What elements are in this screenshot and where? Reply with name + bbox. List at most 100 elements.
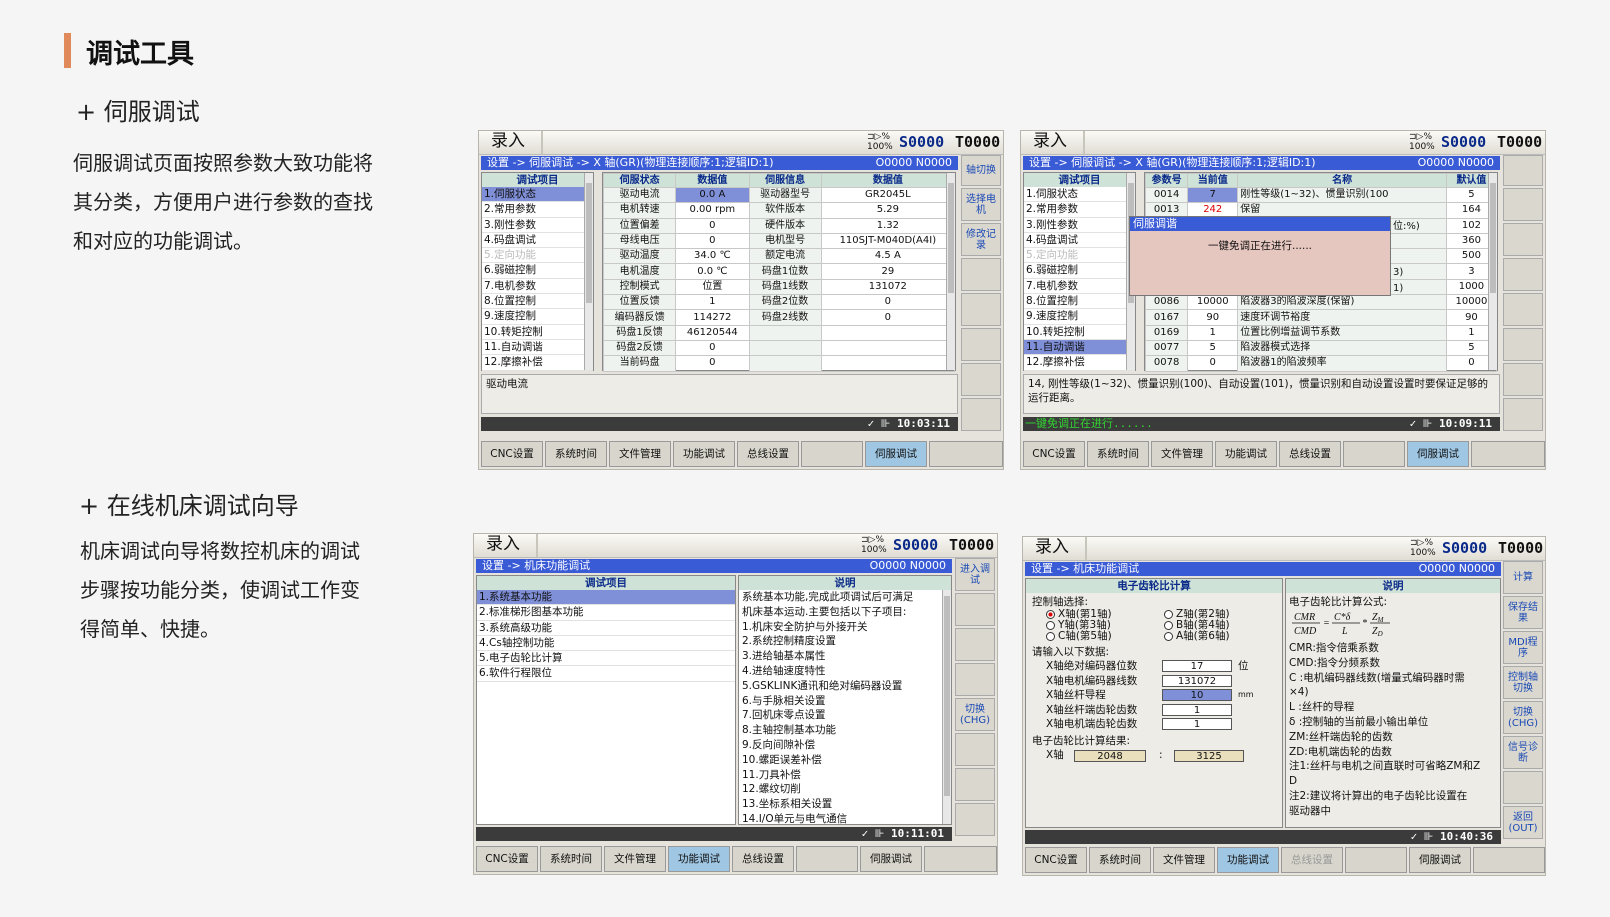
side-button-empty[interactable] [1503, 293, 1543, 326]
side-button-empty[interactable] [961, 293, 1001, 326]
menu-item[interactable]: 5.电子齿轮比计算 [477, 651, 735, 667]
bottom-button[interactable]: CNC设置 [1025, 847, 1087, 873]
side-button-axis-switch[interactable]: 控制轴切换 [1503, 666, 1543, 699]
side-button-empty[interactable] [961, 398, 1001, 431]
bottom-button[interactable]: 功能调试 [1217, 847, 1279, 873]
bottom-button[interactable]: 文件管理 [604, 846, 666, 872]
menu-item[interactable]: 10.转矩控制 [482, 325, 593, 340]
menu-item[interactable]: 7.电机参数 [1024, 279, 1135, 295]
table-row[interactable]: 0169 1 位置比例增益调节系数 1 [1144, 324, 1498, 341]
table-row[interactable]: 控制模式 位置 码盘1线数 131072 [602, 278, 956, 296]
bottom-button[interactable]: CNC设置 [1023, 441, 1085, 467]
side-button-edit-log[interactable]: 修改记录 [961, 223, 1001, 256]
table-row[interactable]: 位置偏差 0 硬件版本 1.32 [602, 217, 956, 234]
side-button-mdi-program[interactable]: MDI程序 [1503, 631, 1543, 664]
bottom-button[interactable]: 总线设置 [1279, 441, 1341, 467]
side-button-empty[interactable] [1503, 363, 1543, 396]
bottom-button-empty[interactable] [801, 441, 863, 467]
table-row[interactable]: 码盘1反馈 46120544 [602, 324, 956, 341]
side-button-save-result[interactable]: 保存结果 [1503, 596, 1543, 629]
side-button-axis-switch[interactable]: 轴切换 [961, 155, 1001, 186]
side-button-empty[interactable] [955, 593, 995, 626]
table-row[interactable]: 电机转速 0.00 rpm 软件版本 5.29 [602, 202, 956, 219]
side-button-empty[interactable] [1503, 188, 1543, 221]
side-button-empty[interactable] [1503, 155, 1543, 186]
bottom-button[interactable]: 功能调试 [668, 846, 730, 872]
bottom-button[interactable]: 功能调试 [673, 441, 735, 467]
table-row[interactable]: 驱动电流 0.0 A 驱动器型号 GR2045L [602, 186, 956, 204]
menu-item[interactable]: 3.刚性参数 [482, 218, 593, 233]
menu-item[interactable]: 9.速度控制 [1024, 309, 1135, 325]
bottom-button[interactable]: 系统时间 [1089, 847, 1151, 873]
menu-item[interactable]: 2.常用参数 [1024, 202, 1135, 218]
menu-item[interactable]: 12.摩擦补偿 [1024, 355, 1135, 371]
menu-item[interactable]: 2.常用参数 [482, 202, 593, 218]
bottom-button[interactable]: 文件管理 [1151, 441, 1213, 467]
scrollbar[interactable] [942, 590, 951, 824]
side-button-switch-chg[interactable]: 切换(CHG) [1503, 701, 1543, 734]
menu-item[interactable]: 2.标准梯形图基本功能 [477, 605, 735, 621]
axis-radio-a[interactable]: A轴(第6轴) [1164, 631, 1230, 642]
scrollbar[interactable] [1488, 173, 1497, 370]
bottom-button[interactable]: 文件管理 [1153, 847, 1215, 873]
bottom-button[interactable]: 功能调试 [1215, 441, 1277, 467]
servo-debug-button[interactable]: 伺服调试 [1409, 847, 1471, 873]
side-button-empty[interactable] [961, 258, 1001, 291]
side-button-empty[interactable] [1503, 328, 1543, 361]
bottom-button-empty[interactable] [924, 846, 997, 872]
scrollbar[interactable] [946, 173, 955, 370]
table-row[interactable]: 0077 5 陷波器模式选择 5 [1144, 339, 1498, 357]
menu-item[interactable]: 1.伺服状态 [482, 187, 593, 203]
bottom-button[interactable]: 总线设置 [1281, 847, 1343, 873]
side-button-empty[interactable] [1503, 771, 1543, 804]
side-button-enter-debug[interactable]: 进入调试 [955, 558, 995, 591]
side-button-select-motor[interactable]: 选择电机 [961, 188, 1001, 221]
servo-debug-button[interactable]: 伺服调试 [1407, 441, 1469, 467]
menu-item[interactable]: 8.位置控制 [482, 294, 593, 310]
menu-item[interactable]: 8.位置控制 [1024, 294, 1135, 310]
menu-item[interactable]: 4.码盘调试 [482, 233, 593, 249]
menu-item[interactable]: 5.定向功能 [482, 248, 593, 264]
side-button-empty[interactable] [955, 768, 995, 801]
bottom-button-empty[interactable] [1471, 441, 1545, 467]
bottom-button-empty[interactable] [1473, 847, 1545, 873]
menu-item[interactable]: 4.Cs轴控制功能 [477, 636, 735, 652]
menu-item[interactable]: 7.电机参数 [482, 279, 593, 295]
menu-item[interactable]: 11.自动调谐 [482, 340, 593, 356]
bottom-button[interactable]: 系统时间 [545, 441, 607, 467]
input-field[interactable]: 17 [1162, 660, 1232, 672]
bottom-button[interactable]: CNC设置 [481, 441, 543, 467]
menu-item[interactable]: 6.软件行程限位 [477, 666, 735, 682]
side-button-empty[interactable] [961, 328, 1001, 361]
menu-item[interactable]: 1.系统基本功能 [477, 590, 735, 606]
menu-item[interactable]: 9.速度控制 [482, 309, 593, 325]
table-row[interactable]: 母线电压 0 电机型号 110SJT-M040D(A4I) [602, 232, 956, 250]
menu-item[interactable]: 6.弱磁控制 [482, 263, 593, 279]
input-field[interactable]: 1 [1162, 703, 1232, 716]
bottom-button-empty[interactable] [796, 846, 858, 872]
side-button-empty[interactable] [1503, 398, 1543, 431]
bottom-button-empty[interactable] [1343, 441, 1405, 467]
table-row[interactable]: 电机温度 0.0 ℃ 码盘1位数 29 [602, 263, 956, 280]
bottom-button[interactable]: 系统时间 [540, 846, 602, 872]
side-button-empty[interactable] [955, 803, 995, 836]
axis-radio-c[interactable]: C轴(第5轴) [1046, 631, 1112, 642]
side-button-return-out[interactable]: 返回(OUT) [1503, 806, 1543, 839]
menu-item[interactable]: 6.弱磁控制 [1024, 263, 1135, 279]
side-button-empty[interactable] [961, 363, 1001, 396]
table-row[interactable]: 0167 90 速度环调节裕度 90 [1144, 309, 1498, 326]
table-row[interactable]: 0086 10000 陷波器3的陷波深度(保留) 10000 [1144, 294, 1498, 311]
side-button-signal-diagnosis[interactable]: 信号诊断 [1503, 736, 1543, 769]
menu-item[interactable]: 1.伺服状态 [1024, 187, 1135, 203]
bottom-button[interactable]: 总线设置 [737, 441, 799, 467]
servo-debug-button[interactable]: 伺服调试 [860, 846, 922, 872]
table-row[interactable]: 驱动温度 34.0 ℃ 额定电流 4.5 A [602, 248, 956, 265]
table-row[interactable]: 0014 7 刚性等级(1~32)、惯量识别(100 5 [1144, 186, 1498, 204]
menu-item[interactable]: 10.转矩控制 [1024, 325, 1135, 340]
side-button-empty[interactable] [955, 733, 995, 766]
servo-debug-button[interactable]: 伺服调试 [865, 441, 927, 467]
table-row[interactable]: 0078 0 陷波器1的陷波频率 0 [1144, 355, 1498, 372]
table-row[interactable]: 位置反馈 1 码盘2位数 0 [602, 294, 956, 311]
menu-item[interactable]: 4.码盘调试 [1024, 233, 1135, 249]
side-button-empty[interactable] [1503, 258, 1543, 291]
